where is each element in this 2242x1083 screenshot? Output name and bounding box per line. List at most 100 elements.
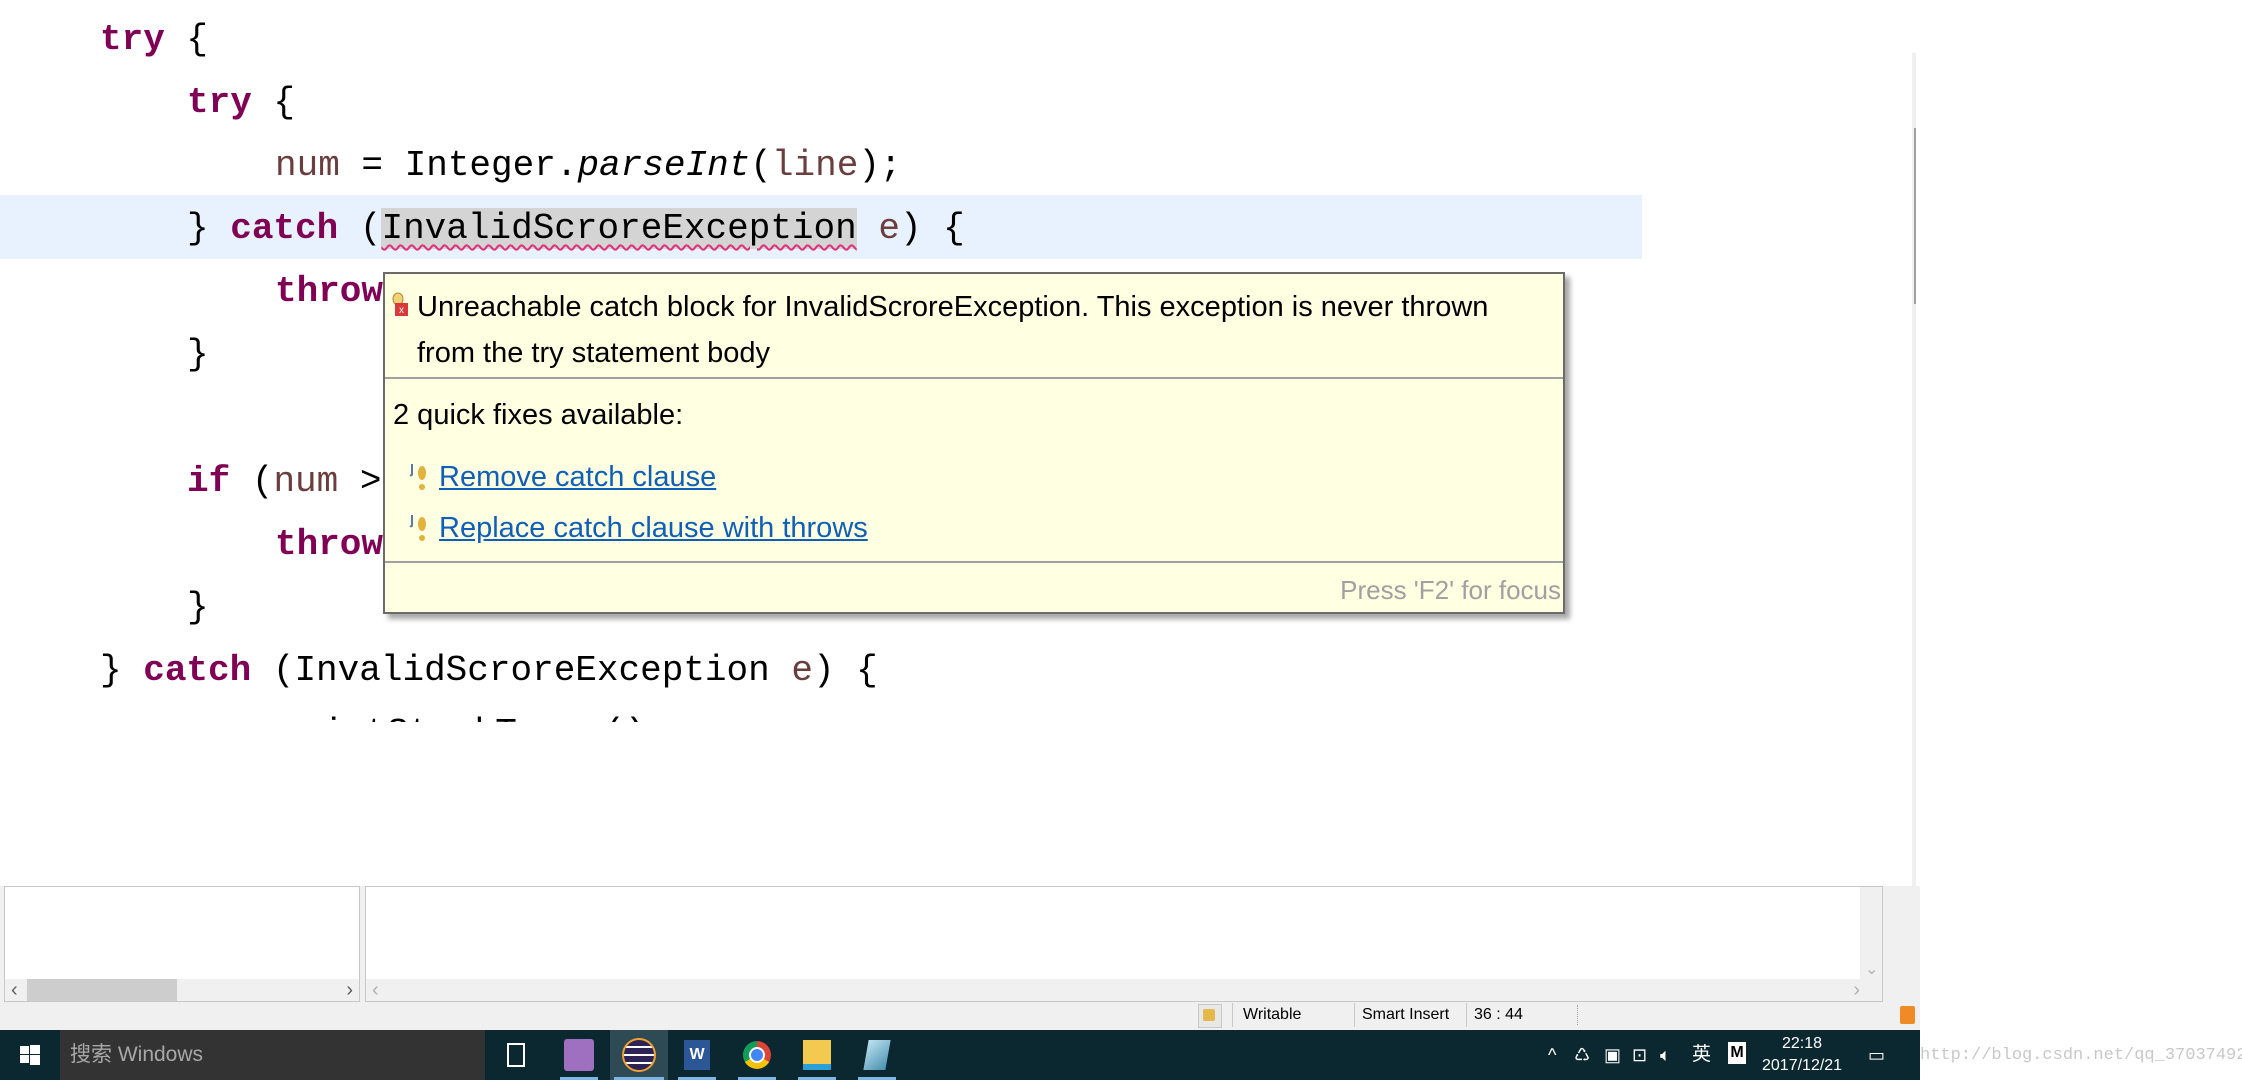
show-hidden-icons[interactable]: ^: [1548, 1030, 1556, 1080]
code-line: throw: [275, 513, 383, 576]
rss-icon[interactable]: [1900, 1006, 1915, 1024]
code-line: if (num >: [187, 450, 381, 513]
code-line: } catch (InvalidScroreException e) {: [100, 639, 878, 702]
taskbar-app-chrome[interactable]: [734, 1030, 780, 1080]
code-line: throw: [275, 260, 383, 323]
horizontal-scrollbar[interactable]: ‹ ›: [366, 979, 1882, 1001]
code-text: >: [338, 461, 382, 502]
code-text: }: [187, 208, 231, 249]
notification-center-icon[interactable]: ▭: [1868, 1030, 1885, 1080]
code-text: = Integer.: [339, 145, 578, 186]
clock[interactable]: 22:18 2017/12/21: [1762, 1033, 1842, 1083]
task-view-button[interactable]: [496, 1030, 536, 1080]
status-divider: [1466, 1003, 1467, 1027]
taskbar: 搜索 Windows W ^ ♺ ▣ ⊡ 🔈︎ 英 M 22:18 2017/1…: [0, 1030, 1920, 1080]
keyword: throw: [275, 271, 384, 312]
word-icon: W: [684, 1040, 710, 1070]
status-icon[interactable]: [1198, 1004, 1222, 1028]
divider: [385, 377, 1563, 379]
chrome-icon: [743, 1041, 771, 1069]
keyword: try: [100, 19, 165, 60]
ime-mode[interactable]: M: [1728, 1042, 1746, 1064]
variable: num: [275, 145, 340, 186]
scroll-down-icon[interactable]: ⌄: [1865, 959, 1878, 979]
insert-mode-status: Smart Insert: [1362, 1006, 1450, 1023]
network-icon[interactable]: ⊡: [1632, 1030, 1647, 1080]
scroll-left-icon[interactable]: ‹: [11, 979, 18, 1001]
status-divider: [1577, 1005, 1578, 1025]
taskbar-app-notepad[interactable]: [854, 1030, 900, 1080]
code-line: }: [187, 323, 209, 386]
quick-fix-item[interactable]: Remove catch clause: [409, 454, 716, 500]
code-text: ) {: [812, 650, 878, 691]
ime-language[interactable]: 英: [1692, 1030, 1711, 1080]
horizontal-scrollbar[interactable]: ‹ ›: [5, 979, 359, 1001]
code-line-current: } catch (InvalidScroreException e) {: [187, 197, 965, 260]
left-panel: ‹ ›: [4, 886, 360, 1002]
taskbar-app-explorer[interactable]: [794, 1030, 840, 1080]
start-button[interactable]: [0, 1030, 60, 1080]
taskbar-app-owl[interactable]: [556, 1030, 602, 1080]
notepad-icon: [863, 1040, 891, 1070]
quick-fix-icon: [409, 515, 426, 541]
keyword: throw: [275, 524, 384, 565]
task-view-icon: [507, 1043, 525, 1067]
error-lightbulb-icon: x: [392, 292, 408, 316]
scroll-left-icon[interactable]: ‹: [372, 979, 379, 1001]
eclipse-icon: [622, 1038, 656, 1072]
code-text: ) {: [899, 208, 965, 249]
search-box[interactable]: 搜索 Windows: [60, 1030, 485, 1080]
quick-fix-icon: [409, 464, 426, 490]
clock-date: 2017/12/21: [1762, 1057, 1843, 1074]
code-text: {: [164, 19, 209, 60]
code-text: (: [750, 145, 772, 186]
error-type-reference[interactable]: InvalidScroreException: [381, 208, 857, 249]
replace-catch-with-throws-link[interactable]: Replace catch clause with throws: [439, 505, 868, 551]
clock-time: 22:18: [1781, 1035, 1823, 1052]
code-text: );: [858, 145, 902, 186]
owl-app-icon: [564, 1039, 594, 1071]
taskbar-app-eclipse[interactable]: [610, 1030, 668, 1080]
code-line: }: [187, 576, 209, 639]
code-text: }: [187, 334, 209, 375]
keyword: if: [187, 461, 231, 502]
sync-icon[interactable]: ♺: [1574, 1030, 1590, 1080]
scroll-right-icon[interactable]: ›: [1853, 979, 1860, 1001]
code-text: {: [251, 82, 296, 123]
code-line: e.printStackTrace();: [236, 702, 668, 722]
keyword: try: [187, 82, 252, 123]
code-text: (: [338, 208, 382, 249]
scroll-thumb[interactable]: [27, 979, 177, 1001]
watermark: http://blog.csdn.net/qq_37037492: [1920, 1046, 2242, 1065]
windows-icon: [20, 1045, 40, 1065]
code-text: (InvalidScroreException: [251, 650, 792, 691]
overview-scroll-thumb[interactable]: [1914, 128, 1916, 304]
quick-fixes-label: 2 quick fixes available:: [393, 399, 684, 431]
cursor-position: 36 : 44: [1474, 1006, 1523, 1023]
quick-fix-item[interactable]: Replace catch clause with throws: [409, 505, 868, 551]
svg-text:x: x: [399, 305, 404, 316]
vertical-scrollbar[interactable]: ⌄: [1860, 887, 1882, 979]
code-line: try {: [187, 71, 295, 134]
code-text: }: [100, 650, 144, 691]
keyword: catch: [143, 650, 252, 691]
variable: line: [771, 145, 859, 186]
error-message: Unreachable catch block for InvalidScror…: [417, 291, 1489, 369]
remove-catch-clause-link[interactable]: Remove catch clause: [439, 454, 716, 500]
right-panel: ‹ › ⌄: [365, 886, 1883, 1002]
code-line: try {: [100, 8, 208, 71]
divider: [385, 561, 1563, 563]
code-text: (: [230, 461, 274, 502]
writable-status: Writable: [1243, 1006, 1302, 1023]
battery-icon[interactable]: ▣: [1604, 1030, 1621, 1080]
status-divider: [1232, 1003, 1233, 1027]
code-text: e.printStackTrace();: [236, 713, 668, 722]
status-divider: [1354, 1003, 1355, 1027]
variable: num: [273, 461, 339, 502]
focus-hint: Press 'F2' for focus: [1340, 575, 1561, 605]
method-name: parseInt: [577, 145, 751, 186]
scroll-right-icon[interactable]: ›: [346, 979, 353, 1001]
taskbar-app-word[interactable]: W: [674, 1030, 720, 1080]
volume-icon[interactable]: 🔈︎: [1660, 1030, 1671, 1080]
keyword: catch: [230, 208, 339, 249]
